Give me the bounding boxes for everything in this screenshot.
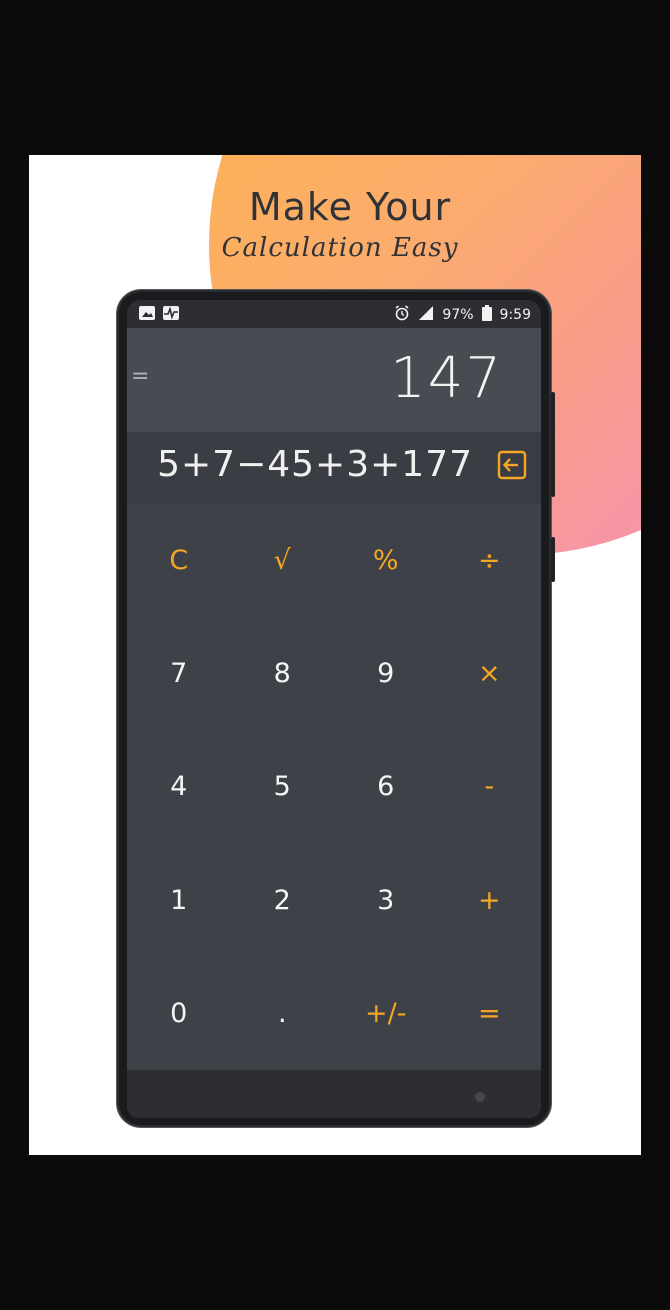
signal-icon bbox=[418, 305, 434, 325]
keypad: C √ % ÷ 7 8 9 × 4 5 6 - 1 2 3 + 0 . +/- … bbox=[127, 504, 541, 1070]
divide-button[interactable]: ÷ bbox=[438, 504, 542, 617]
headline-title: Make Your bbox=[248, 185, 452, 229]
clock: 9:59 bbox=[499, 307, 531, 323]
battery-level: 97% bbox=[442, 307, 474, 323]
volume-button bbox=[551, 392, 555, 497]
result-value: 147 bbox=[390, 346, 503, 411]
digit-8-button[interactable]: 8 bbox=[231, 617, 335, 730]
status-bar: 97% 9:59 bbox=[127, 300, 541, 328]
decimal-button[interactable]: . bbox=[231, 957, 335, 1070]
calculator-screen: 97% 9:59 = 147 5+7−45+3+177 C √ % ÷ 7 8 … bbox=[127, 300, 541, 1118]
home-sensor-dot bbox=[475, 1092, 485, 1102]
sign-toggle-button[interactable]: +/- bbox=[334, 957, 438, 1070]
backspace-icon[interactable] bbox=[497, 450, 527, 480]
alarm-icon bbox=[394, 305, 410, 325]
digit-6-button[interactable]: 6 bbox=[334, 730, 438, 843]
result-display: = 147 bbox=[127, 328, 541, 432]
phone-frame: 97% 9:59 = 147 5+7−45+3+177 C √ % ÷ 7 8 … bbox=[119, 292, 555, 1125]
activity-icon bbox=[163, 306, 179, 320]
digit-7-button[interactable]: 7 bbox=[127, 617, 231, 730]
headline-subtitle: Calculation Easy bbox=[221, 233, 459, 263]
clear-button[interactable]: C bbox=[127, 504, 231, 617]
percent-button[interactable]: % bbox=[334, 504, 438, 617]
digit-9-button[interactable]: 9 bbox=[334, 617, 438, 730]
digit-1-button[interactable]: 1 bbox=[127, 844, 231, 957]
sqrt-button[interactable]: √ bbox=[231, 504, 335, 617]
subtract-button[interactable]: - bbox=[438, 730, 542, 843]
power-button bbox=[551, 537, 555, 582]
promo-headline: Make Your Calculation Easy bbox=[29, 185, 641, 263]
digit-4-button[interactable]: 4 bbox=[127, 730, 231, 843]
digit-3-button[interactable]: 3 bbox=[334, 844, 438, 957]
navigation-bar bbox=[127, 1070, 541, 1118]
status-left-icons bbox=[139, 306, 179, 320]
multiply-button[interactable]: × bbox=[438, 617, 542, 730]
add-button[interactable]: + bbox=[438, 844, 542, 957]
expression-text: 5+7−45+3+177 bbox=[157, 444, 473, 485]
digit-5-button[interactable]: 5 bbox=[231, 730, 335, 843]
status-right-icons: 97% 9:59 bbox=[394, 305, 531, 325]
image-icon bbox=[139, 306, 155, 320]
equals-button[interactable]: = bbox=[438, 957, 542, 1070]
digit-2-button[interactable]: 2 bbox=[231, 844, 335, 957]
equals-indicator: = bbox=[131, 364, 150, 389]
digit-0-button[interactable]: 0 bbox=[127, 957, 231, 1070]
battery-icon bbox=[481, 305, 492, 325]
expression-display: 5+7−45+3+177 bbox=[127, 432, 541, 504]
